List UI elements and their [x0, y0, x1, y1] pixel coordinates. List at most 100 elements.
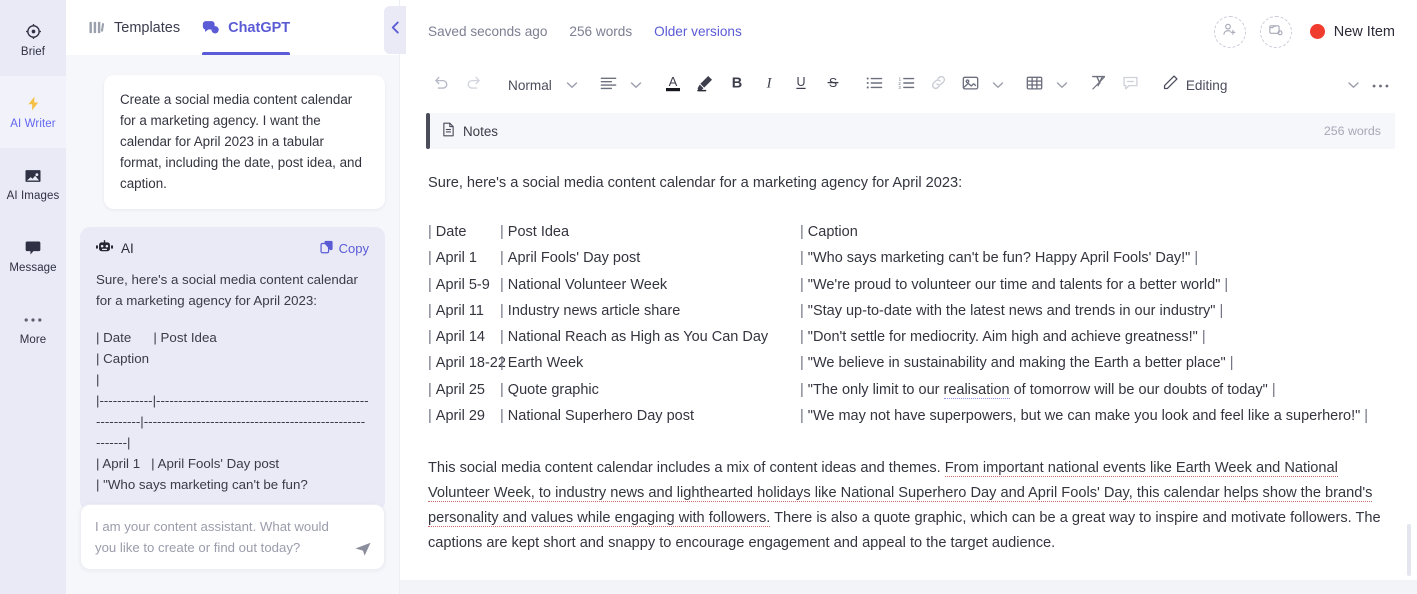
- saved-status: Saved seconds ago: [428, 24, 548, 39]
- align-button[interactable]: [594, 70, 624, 100]
- text-style-label[interactable]: Normal: [500, 78, 560, 93]
- link-button[interactable]: [924, 70, 954, 100]
- spellcheck-flagged-word[interactable]: realisation: [943, 381, 1010, 399]
- ellipsis-icon: [23, 310, 43, 330]
- add-person-button[interactable]: [1213, 15, 1246, 48]
- table-cell-idea: | Industry news article share: [500, 302, 681, 319]
- comment-button[interactable]: [1116, 70, 1146, 100]
- collapse-panel-button[interactable]: [384, 6, 406, 54]
- more-options-button[interactable]: [1365, 70, 1395, 100]
- svg-text:3: 3: [899, 85, 902, 90]
- notes-section-header: Notes 256 words: [426, 113, 1395, 149]
- table-cell-caption: | "The only limit to our realisation of …: [800, 381, 1276, 399]
- align-chevron-down-icon[interactable]: [626, 81, 646, 89]
- editor-header-actions: New Item: [1213, 15, 1395, 48]
- text-color-icon: A: [664, 73, 682, 98]
- tab-label: ChatGPT: [228, 19, 291, 36]
- table-cell-date: | April 14: [428, 329, 485, 346]
- sidebar-item-label: More: [19, 333, 47, 346]
- chevron-left-icon: [390, 20, 401, 40]
- svg-text:U: U: [796, 75, 805, 89]
- ellipsis-icon: [1372, 76, 1389, 94]
- copy-icon: [320, 240, 334, 257]
- chat-bubbles-icon: [202, 19, 219, 36]
- table-cell-caption: | "We may not have superpowers, but we c…: [800, 408, 1369, 425]
- table-row: | April 1 | April Fools' Day post | "Who s…: [428, 245, 1389, 271]
- table-chevron-down-icon[interactable]: [1052, 81, 1072, 89]
- sidebar-item-brief[interactable]: Brief: [0, 4, 66, 76]
- sidebar-item-more[interactable]: More: [0, 292, 66, 364]
- older-versions-link[interactable]: Older versions: [654, 24, 742, 39]
- table-row: | April 18-22 | Earth Week | "We believe i…: [428, 350, 1389, 376]
- align-left-icon: [600, 76, 617, 95]
- templates-grid-icon: [88, 19, 105, 36]
- strikethrough-button[interactable]: S: [818, 70, 848, 100]
- user-message-text: Create a social media content calendar f…: [120, 92, 362, 191]
- pencil-icon: [1162, 74, 1179, 96]
- document-scrollbar[interactable]: [1407, 524, 1411, 576]
- chat-panel: Templates ChatGPT Create a social media …: [66, 0, 400, 594]
- image-insert-icon: [962, 75, 979, 96]
- italic-button[interactable]: I: [754, 70, 784, 100]
- table-cell-idea: | National Volunteer Week: [500, 276, 668, 293]
- undo-button[interactable]: [426, 70, 456, 100]
- new-item-button[interactable]: New Item: [1309, 24, 1395, 40]
- clear-formatting-icon: [1090, 74, 1108, 96]
- app-root: Brief AI Writer AI Images Message More T…: [0, 0, 1417, 594]
- redo-button[interactable]: [458, 70, 488, 100]
- table-icon: [1026, 75, 1043, 96]
- bullet-list-button[interactable]: [860, 70, 890, 100]
- svg-text:I: I: [765, 76, 772, 92]
- table-cell-caption: | "Stay up-to-date with the latest news …: [800, 302, 1224, 319]
- sidebar-item-ai-images[interactable]: AI Images: [0, 148, 66, 220]
- strikethrough-icon: S: [825, 74, 841, 96]
- send-icon[interactable]: [354, 540, 372, 558]
- add-media-icon: [1268, 22, 1283, 42]
- ai-message-header: AI Copy: [96, 240, 369, 257]
- table-cell-idea: | National Superhero Day post: [500, 408, 694, 425]
- tab-chatgpt[interactable]: ChatGPT: [202, 0, 291, 55]
- tab-label: Templates: [114, 19, 181, 36]
- notes-title-group: Notes: [442, 122, 498, 140]
- add-media-button[interactable]: [1259, 15, 1292, 48]
- highlight-button[interactable]: [690, 70, 720, 100]
- target-icon: [23, 22, 43, 42]
- editing-mode-button[interactable]: Editing: [1162, 74, 1228, 96]
- bullet-list-icon: [866, 76, 883, 95]
- text-color-button[interactable]: A: [658, 70, 688, 100]
- table-cell-date: | April 5-9: [428, 276, 490, 293]
- chat-input-placeholder: I am your content assistant. What would …: [95, 519, 329, 555]
- svg-text:B: B: [732, 76, 742, 92]
- user-message-bubble: Create a social media content calendar f…: [104, 75, 385, 209]
- redo-icon: [465, 74, 482, 96]
- image-chevron-down-icon[interactable]: [988, 81, 1008, 89]
- bold-button[interactable]: B: [722, 70, 752, 100]
- underline-button[interactable]: U: [786, 70, 816, 100]
- insert-image-button[interactable]: [956, 70, 986, 100]
- document-body[interactable]: Sure, here's a social media content cale…: [400, 149, 1417, 594]
- table-cell-idea: | Post Idea: [500, 224, 570, 240]
- text-style-chevron-down-icon[interactable]: [562, 81, 582, 89]
- italic-icon: I: [761, 74, 777, 96]
- underline-icon: U: [793, 74, 809, 96]
- lightning-bolt-icon: [23, 94, 43, 114]
- formatting-toolbar: Normal A B I U 1 2 3 Editing: [400, 63, 1417, 107]
- ai-table-text: | Date | Post Idea | Caption | |--------…: [96, 330, 369, 492]
- table-cell-date: | April 1: [428, 250, 477, 267]
- chat-input[interactable]: I am your content assistant. What would …: [80, 504, 385, 570]
- sidebar-item-ai-writer[interactable]: AI Writer: [0, 76, 66, 148]
- editing-chevron-down-icon[interactable]: [1343, 81, 1363, 89]
- clear-formatting-button[interactable]: [1084, 70, 1114, 100]
- sidebar-item-label: AI Images: [6, 189, 60, 202]
- table-row: | April 14 | National Reach as High as Yo…: [428, 324, 1389, 350]
- sidebar-item-label: AI Writer: [10, 117, 56, 130]
- tab-templates[interactable]: Templates: [88, 0, 180, 55]
- sidebar-item-message[interactable]: Message: [0, 220, 66, 292]
- comment-icon: [1122, 75, 1139, 96]
- table-cell-caption: | Caption: [800, 224, 858, 240]
- editing-mode-label: Editing: [1185, 77, 1228, 93]
- numbered-list-button[interactable]: 1 2 3: [892, 70, 922, 100]
- insert-table-button[interactable]: [1020, 70, 1050, 100]
- bold-icon: B: [729, 74, 745, 96]
- copy-button[interactable]: Copy: [320, 240, 369, 257]
